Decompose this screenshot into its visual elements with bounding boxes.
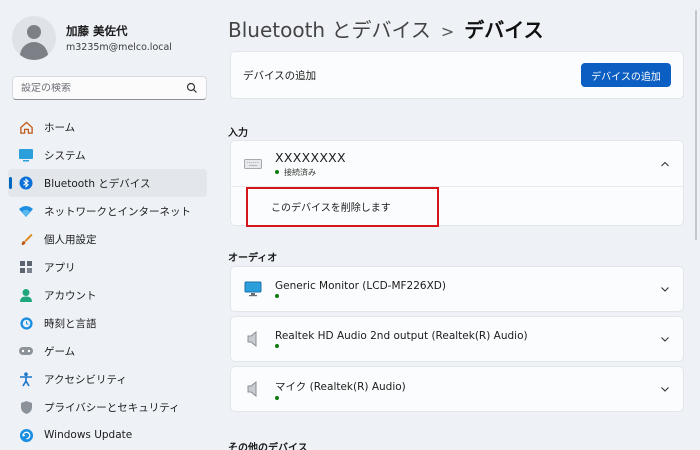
device-name: マイク (Realtek(R) Audio) bbox=[275, 380, 406, 393]
sidebar-item-privacy[interactable]: プライバシーとセキュリティ bbox=[8, 393, 207, 421]
sidebar-item-label: アプリ bbox=[44, 261, 76, 274]
chevron-down-icon[interactable] bbox=[659, 383, 671, 395]
keyboard-icon bbox=[243, 158, 263, 169]
sidebar-item-gaming[interactable]: ゲーム bbox=[8, 337, 207, 365]
scrollbar[interactable] bbox=[695, 10, 697, 240]
gamepad-icon bbox=[18, 343, 34, 359]
monitor-icon bbox=[243, 281, 263, 297]
sidebar-item-label: 時刻と言語 bbox=[44, 317, 97, 330]
chevron-down-icon[interactable] bbox=[659, 283, 671, 295]
sidebar-item-label: プライバシーとセキュリティ bbox=[44, 401, 180, 414]
sidebar-item-label: アクセシビリティ bbox=[44, 373, 127, 386]
search-input[interactable] bbox=[21, 82, 186, 94]
breadcrumb-separator: > bbox=[440, 22, 455, 41]
sidebar-item-accessibility[interactable]: アクセシビリティ bbox=[8, 365, 207, 393]
bluetooth-icon bbox=[18, 175, 34, 191]
sidebar-item-apps[interactable]: アプリ bbox=[8, 253, 207, 281]
user-profile[interactable]: 加藤 美佐代 m3235m@melco.local bbox=[12, 16, 172, 60]
audio-device-card[interactable]: Realtek HD Audio 2nd output (Realtek(R) … bbox=[230, 316, 684, 362]
breadcrumb: Bluetooth とデバイス > デバイス bbox=[228, 14, 544, 43]
sidebar-item-label: アカウント bbox=[44, 289, 97, 302]
time-language-icon bbox=[18, 315, 34, 331]
profile-email: m3235m@melco.local bbox=[66, 42, 172, 53]
section-title-input: 入力 bbox=[228, 128, 248, 139]
chevron-down-icon[interactable] bbox=[659, 333, 671, 345]
keyboard-device-card: XXXXXXXX 接続済み このデバイスを削除します bbox=[230, 140, 684, 226]
chevron-up-icon[interactable] bbox=[659, 158, 671, 170]
section-title-audio: オーディオ bbox=[228, 253, 278, 264]
avatar bbox=[12, 16, 56, 60]
sidebar-item-time-language[interactable]: 時刻と言語 bbox=[8, 309, 207, 337]
sidebar-nav: ホーム システム Bluetooth とデバイス ネットワークとインターネット … bbox=[8, 113, 207, 449]
sidebar-item-home[interactable]: ホーム bbox=[8, 113, 207, 141]
device-status: 接続済み bbox=[275, 167, 659, 178]
section-title-other-devices: その他のデバイス bbox=[228, 443, 308, 450]
search-icon[interactable] bbox=[186, 82, 198, 94]
sidebar-item-network[interactable]: ネットワークとインターネット bbox=[8, 197, 207, 225]
remove-device-link[interactable]: このデバイスを削除します bbox=[271, 199, 391, 214]
wifi-icon bbox=[18, 203, 34, 219]
sidebar-item-label: ホーム bbox=[44, 121, 76, 134]
connected-dot bbox=[275, 344, 279, 348]
sidebar-item-label: ゲーム bbox=[44, 345, 76, 358]
sidebar: 加藤 美佐代 m3235m@melco.local ホーム システム bbox=[0, 0, 215, 450]
device-name: Generic Monitor (LCD-MF226XD) bbox=[275, 280, 446, 292]
device-name: Realtek HD Audio 2nd output (Realtek(R) … bbox=[275, 330, 528, 342]
update-icon bbox=[18, 427, 34, 443]
main-content: Bluetooth とデバイス > デバイス デバイスの追加 デバイスの追加 入力 … bbox=[228, 0, 690, 450]
breadcrumb-parent[interactable]: Bluetooth とデバイス bbox=[228, 18, 431, 42]
sidebar-item-windows-update[interactable]: Windows Update bbox=[8, 421, 207, 449]
connected-dot bbox=[275, 395, 279, 400]
audio-device-card[interactable]: マイク (Realtek(R) Audio) bbox=[230, 366, 684, 412]
keyboard-device-header[interactable]: XXXXXXXX 接続済み bbox=[231, 141, 683, 187]
speaker-icon bbox=[243, 331, 263, 347]
sidebar-item-label: 個人用設定 bbox=[44, 233, 97, 246]
shield-icon bbox=[18, 399, 34, 415]
apps-icon bbox=[18, 259, 34, 275]
brush-icon bbox=[18, 231, 34, 247]
accessibility-icon bbox=[18, 371, 34, 387]
account-icon bbox=[18, 287, 34, 303]
add-device-button[interactable]: デバイスの追加 bbox=[581, 63, 671, 87]
speaker-icon bbox=[243, 381, 263, 397]
sidebar-item-label: ネットワークとインターネット bbox=[44, 205, 191, 218]
home-icon bbox=[18, 119, 34, 135]
sidebar-item-personalization[interactable]: 個人用設定 bbox=[8, 225, 207, 253]
sidebar-item-label: システム bbox=[44, 149, 86, 162]
audio-device-card[interactable]: Generic Monitor (LCD-MF226XD) bbox=[230, 266, 684, 312]
sidebar-item-accounts[interactable]: アカウント bbox=[8, 281, 207, 309]
connected-dot bbox=[275, 170, 279, 174]
sidebar-item-bluetooth[interactable]: Bluetooth とデバイス bbox=[8, 169, 207, 197]
remove-device-row: このデバイスを削除します bbox=[231, 187, 683, 225]
add-device-label: デバイスの追加 bbox=[243, 69, 317, 82]
page-title: デバイス bbox=[464, 18, 544, 42]
profile-name: 加藤 美佐代 bbox=[66, 24, 128, 38]
system-icon bbox=[18, 147, 34, 163]
sidebar-item-system[interactable]: システム bbox=[8, 141, 207, 169]
add-device-card: デバイスの追加 デバイスの追加 bbox=[230, 51, 684, 99]
sidebar-item-label: Windows Update bbox=[44, 429, 133, 441]
search-box[interactable] bbox=[12, 76, 207, 100]
device-name: XXXXXXXX bbox=[275, 149, 346, 165]
sidebar-item-label: Bluetooth とデバイス bbox=[44, 177, 151, 190]
connected-dot bbox=[275, 294, 279, 298]
